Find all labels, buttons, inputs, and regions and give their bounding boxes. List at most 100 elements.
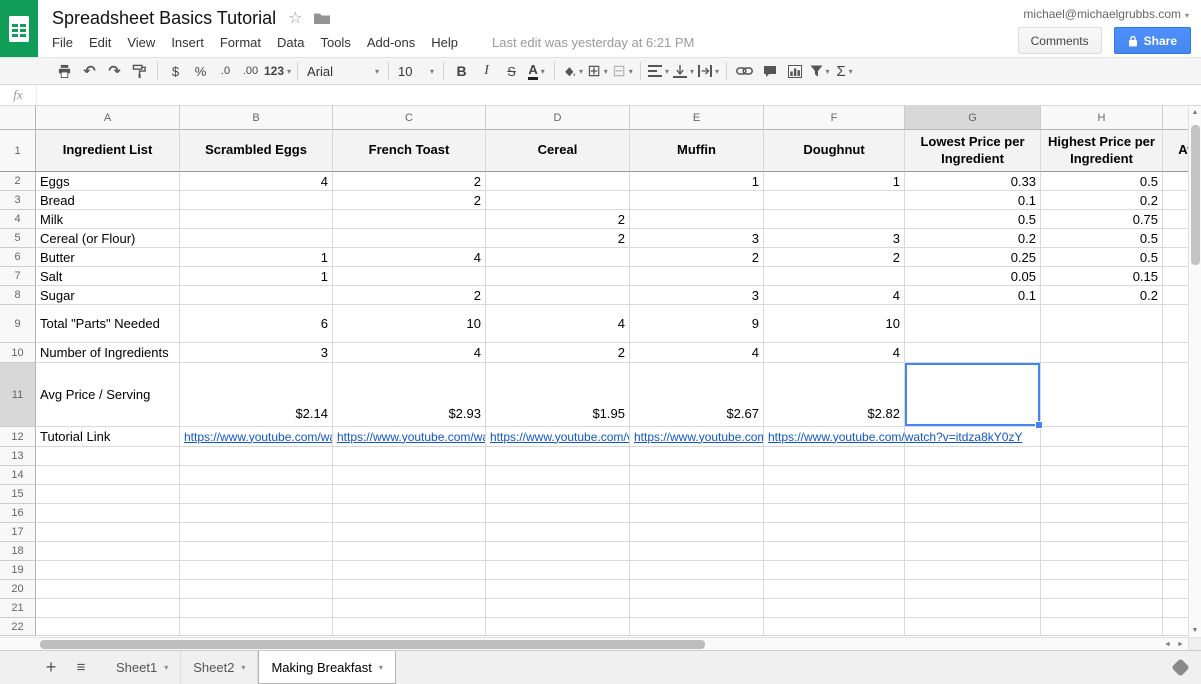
cell-E12[interactable]: https://www.youtube.com	[630, 427, 764, 447]
row-header-22[interactable]: 22	[0, 618, 36, 636]
horizontal-scroll-thumb[interactable]	[40, 640, 705, 649]
cell-F20[interactable]	[764, 580, 905, 599]
cell-F17[interactable]	[764, 523, 905, 542]
menu-help[interactable]: Help	[423, 35, 466, 50]
cell-G18[interactable]	[905, 542, 1041, 561]
vertical-scrollbar[interactable]: ▲ ▼	[1188, 106, 1201, 637]
row-header-11[interactable]: 11	[0, 363, 36, 427]
cell-E21[interactable]	[630, 599, 764, 618]
cell-E6[interactable]: 2	[630, 248, 764, 267]
cell-G17[interactable]	[905, 523, 1041, 542]
cell-E20[interactable]	[630, 580, 764, 599]
scroll-up-icon[interactable]: ▲	[1189, 106, 1201, 119]
cell-A18[interactable]	[36, 542, 180, 561]
cell-B12[interactable]: https://www.youtube.com/wa	[180, 427, 333, 447]
column-header-D[interactable]: D	[486, 106, 630, 130]
cell-A3[interactable]: Bread	[36, 191, 180, 210]
cell-F18[interactable]	[764, 542, 905, 561]
cell-G22[interactable]	[905, 618, 1041, 636]
cell-F5[interactable]: 3	[764, 229, 905, 248]
cell-E22[interactable]	[630, 618, 764, 636]
print-icon[interactable]	[53, 60, 76, 82]
row-header-1[interactable]: 1	[0, 130, 36, 172]
cell-H8[interactable]: 0.2	[1041, 286, 1163, 305]
column-header-C[interactable]: C	[333, 106, 486, 130]
cell-D16[interactable]	[486, 504, 630, 523]
cell-B3[interactable]	[180, 191, 333, 210]
cell-E18[interactable]	[630, 542, 764, 561]
cell-G14[interactable]	[905, 466, 1041, 485]
cell-G6[interactable]: 0.25	[905, 248, 1041, 267]
cell-H22[interactable]	[1041, 618, 1163, 636]
row-header-13[interactable]: 13	[0, 447, 36, 466]
cell-C7[interactable]	[333, 267, 486, 286]
cell-D3[interactable]	[486, 191, 630, 210]
cell-C20[interactable]	[333, 580, 486, 599]
text-wrap-button[interactable]: ▾	[697, 60, 720, 82]
cell-B16[interactable]	[180, 504, 333, 523]
cell-G9[interactable]	[905, 305, 1041, 343]
cell-A20[interactable]	[36, 580, 180, 599]
increase-decimal-button[interactable]: .00	[239, 60, 262, 82]
menu-tools[interactable]: Tools	[312, 35, 358, 50]
tab-sheet1[interactable]: Sheet1▾	[104, 651, 181, 684]
column-header-H[interactable]: H	[1041, 106, 1163, 130]
cell-E3[interactable]	[630, 191, 764, 210]
cell-C3[interactable]: 2	[333, 191, 486, 210]
cell-F10[interactable]: 4	[764, 343, 905, 363]
cell-D10[interactable]: 2	[486, 343, 630, 363]
cell-A16[interactable]	[36, 504, 180, 523]
cell-C19[interactable]	[333, 561, 486, 580]
redo-icon[interactable]: ↷	[103, 60, 126, 82]
cell-D15[interactable]	[486, 485, 630, 504]
cell-F2[interactable]: 1	[764, 172, 905, 191]
cell-A14[interactable]	[36, 466, 180, 485]
cell-A4[interactable]: Milk	[36, 210, 180, 229]
cell-C22[interactable]	[333, 618, 486, 636]
row-header-2[interactable]: 2	[0, 172, 36, 191]
cell-C15[interactable]	[333, 485, 486, 504]
cell-C1[interactable]: French Toast	[333, 130, 486, 172]
cell-B5[interactable]	[180, 229, 333, 248]
functions-button[interactable]: Σ▾	[833, 60, 856, 82]
cell-B6[interactable]: 1	[180, 248, 333, 267]
cell-E8[interactable]: 3	[630, 286, 764, 305]
cell-H10[interactable]	[1041, 343, 1163, 363]
cell-A8[interactable]: Sugar	[36, 286, 180, 305]
cell-B10[interactable]: 3	[180, 343, 333, 363]
bold-button[interactable]: B	[450, 60, 473, 82]
cell-D22[interactable]	[486, 618, 630, 636]
row-header-10[interactable]: 10	[0, 343, 36, 363]
cell-E13[interactable]	[630, 447, 764, 466]
row-header-15[interactable]: 15	[0, 485, 36, 504]
currency-format-button[interactable]: $	[164, 60, 187, 82]
column-header-E[interactable]: E	[630, 106, 764, 130]
menu-file[interactable]: File	[44, 35, 81, 50]
cell-E10[interactable]: 4	[630, 343, 764, 363]
row-header-5[interactable]: 5	[0, 229, 36, 248]
cell-A17[interactable]	[36, 523, 180, 542]
cell-A15[interactable]	[36, 485, 180, 504]
cell-D13[interactable]	[486, 447, 630, 466]
row-header-12[interactable]: 12	[0, 427, 36, 447]
cell-A19[interactable]	[36, 561, 180, 580]
undo-icon[interactable]: ↶	[78, 60, 101, 82]
all-sheets-button[interactable]: ≡	[66, 659, 96, 676]
cell-H5[interactable]: 0.5	[1041, 229, 1163, 248]
cell-D7[interactable]	[486, 267, 630, 286]
cell-D17[interactable]	[486, 523, 630, 542]
cell-G11[interactable]	[905, 363, 1041, 427]
cell-C17[interactable]	[333, 523, 486, 542]
cell-A2[interactable]: Eggs	[36, 172, 180, 191]
cell-C12[interactable]: https://www.youtube.com/wa	[333, 427, 486, 447]
cell-E4[interactable]	[630, 210, 764, 229]
font-family-select[interactable]: Arial▾	[303, 60, 383, 82]
cell-D12[interactable]: https://www.youtube.com/v	[486, 427, 630, 447]
row-header-7[interactable]: 7	[0, 267, 36, 286]
cell-D9[interactable]: 4	[486, 305, 630, 343]
cell-E2[interactable]: 1	[630, 172, 764, 191]
percent-format-button[interactable]: %	[189, 60, 212, 82]
cell-G10[interactable]	[905, 343, 1041, 363]
font-size-select[interactable]: 10▾	[394, 60, 438, 82]
cell-E5[interactable]: 3	[630, 229, 764, 248]
